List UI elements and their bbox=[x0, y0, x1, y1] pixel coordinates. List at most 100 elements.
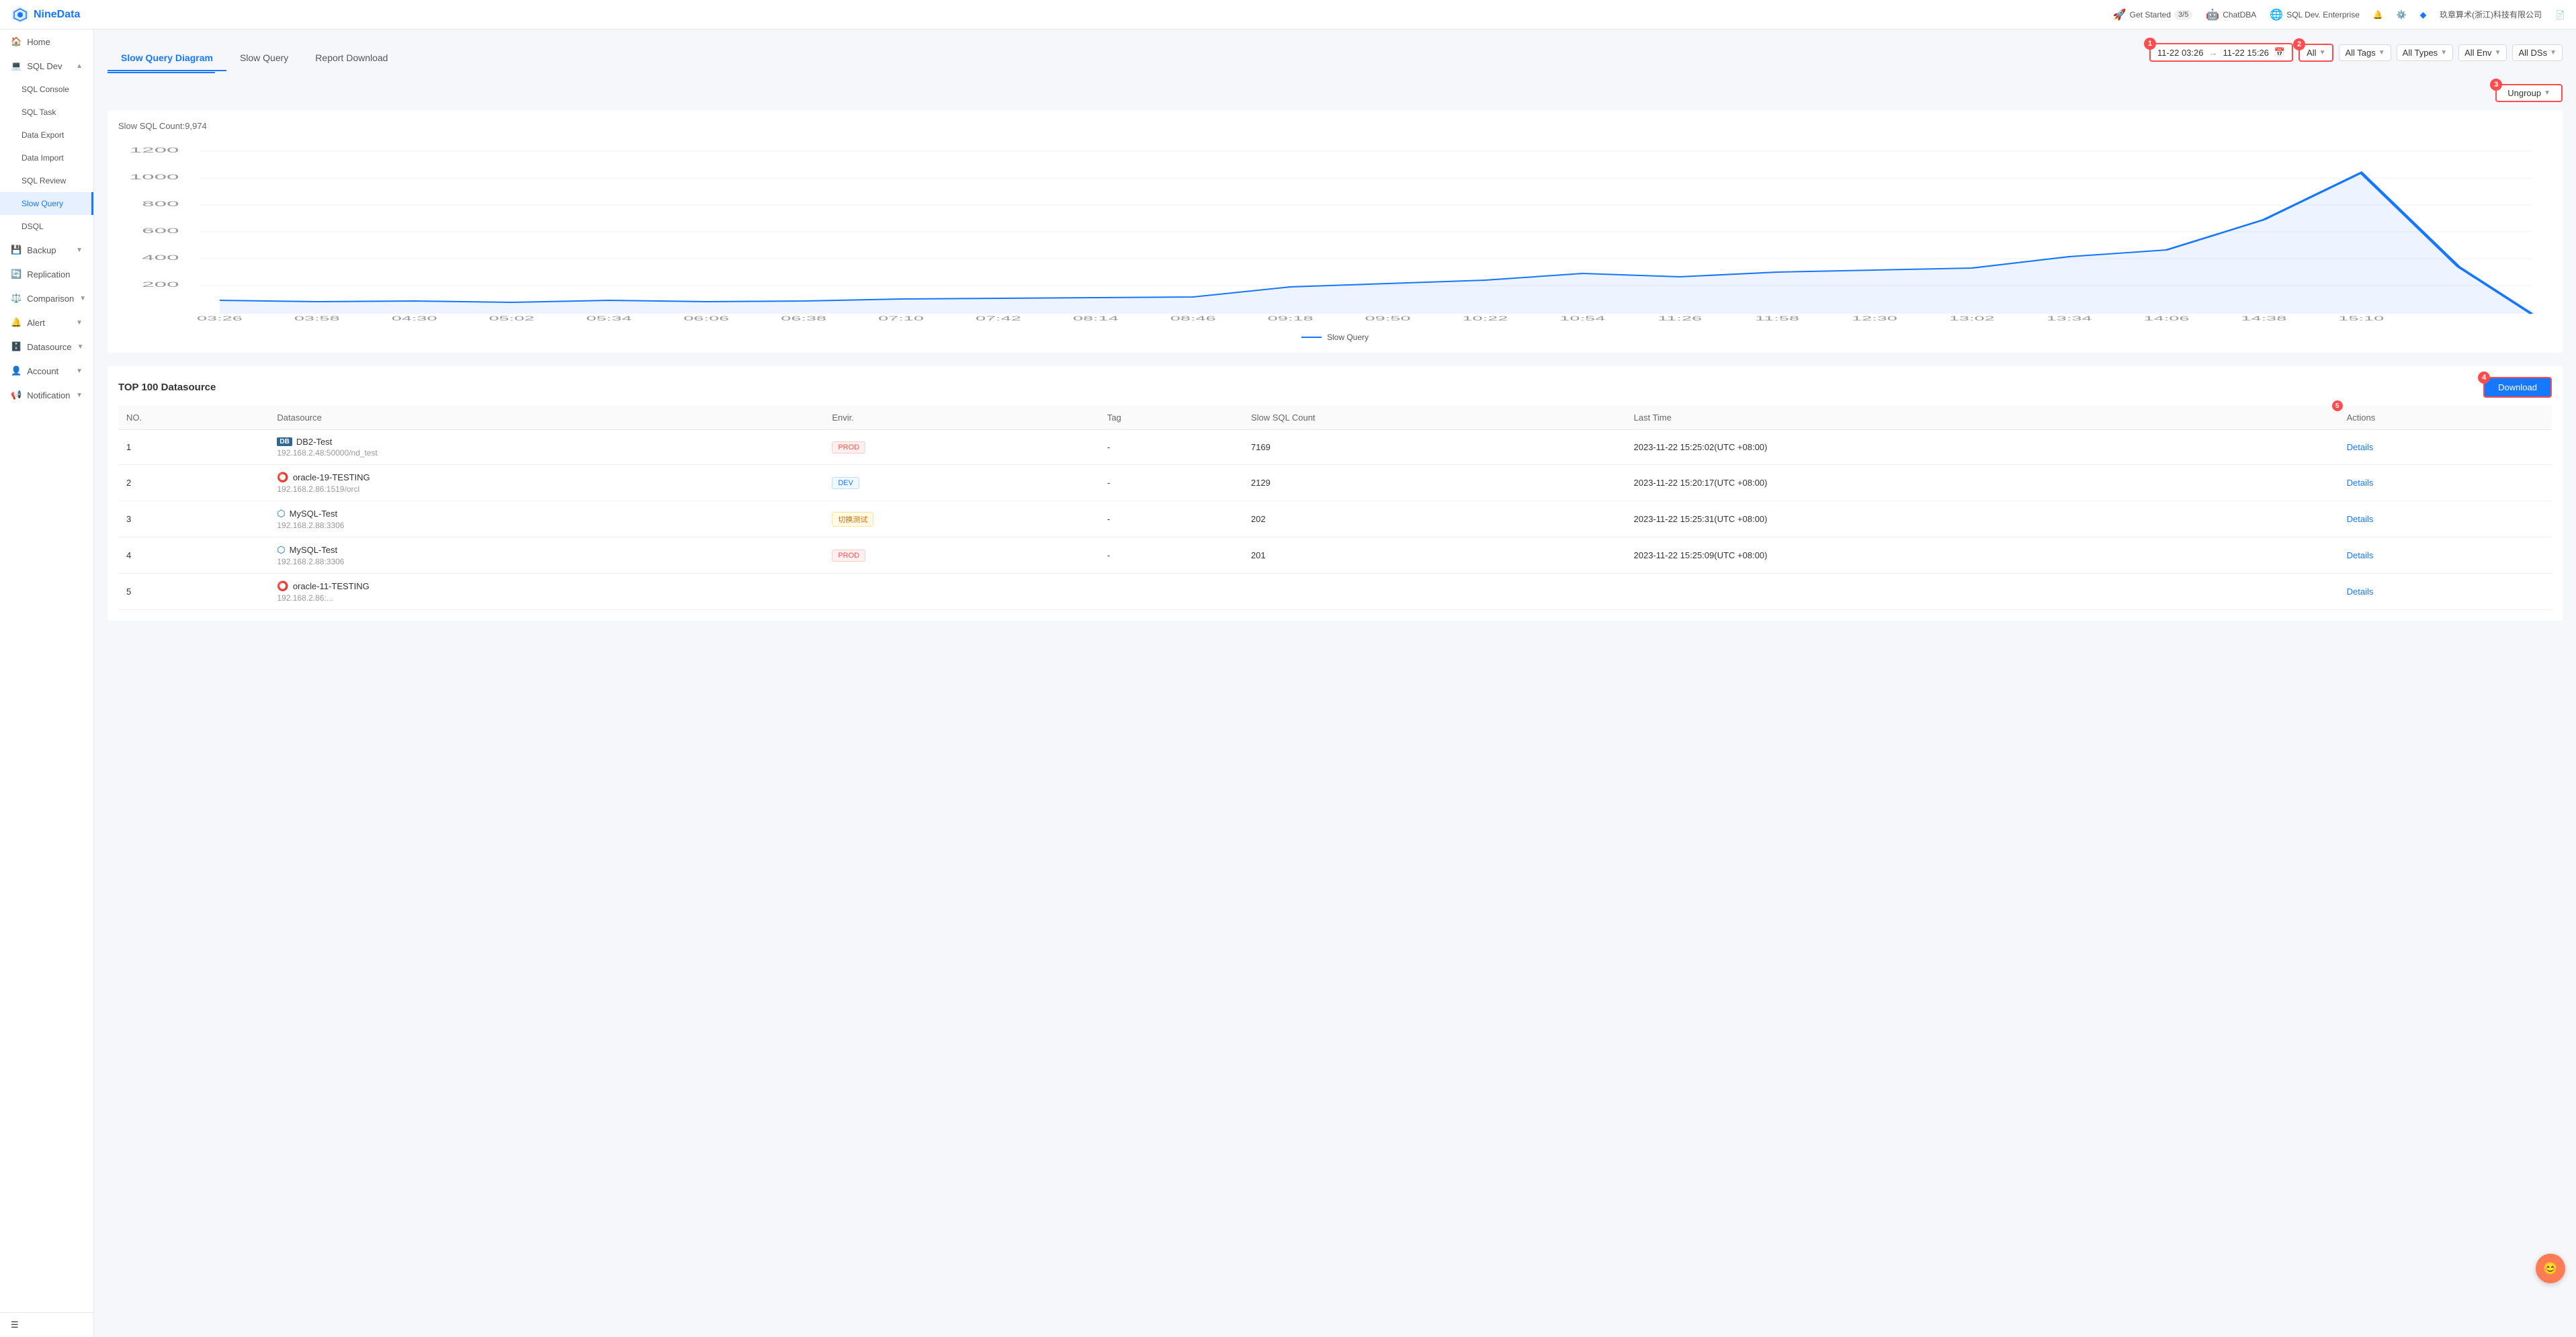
calendar-icon[interactable]: 📅 bbox=[2274, 47, 2285, 58]
filter-badge-2: 2 bbox=[2293, 38, 2305, 50]
sidebar-item-account[interactable]: 👤 Account ▼ bbox=[0, 359, 93, 383]
slow-sql-count: Slow SQL Count:9,974 bbox=[118, 121, 2552, 131]
settings-icon[interactable]: ⚙️ bbox=[2397, 10, 2407, 19]
sidebar-item-sql-dev[interactable]: 💻 SQL Dev ▲ bbox=[0, 54, 93, 78]
chevron-down-icon3: ▼ bbox=[76, 319, 83, 327]
svg-text:800: 800 bbox=[142, 200, 179, 208]
legend-line bbox=[1301, 337, 1322, 338]
row-slow-sql-count: 7169 bbox=[1243, 430, 1626, 465]
table-section: TOP 100 Datasource 4 Download NO. Dataso… bbox=[108, 366, 2563, 621]
svg-text:13:34: 13:34 bbox=[2047, 315, 2092, 322]
sidebar-item-home[interactable]: 🏠 Home bbox=[0, 30, 93, 54]
types-chevron-icon: ▼ bbox=[2440, 49, 2447, 56]
tab-slow-query-diagram[interactable]: Slow Query Diagram bbox=[108, 46, 226, 71]
app-name: NineData bbox=[34, 9, 80, 21]
filter-all-env[interactable]: All Env ▼ bbox=[2458, 44, 2507, 61]
details-link[interactable]: Details bbox=[2347, 587, 2374, 597]
account-icon: 👤 bbox=[11, 365, 22, 376]
tab-report-download[interactable]: Report Download bbox=[302, 46, 401, 71]
sidebar-item-sql-console[interactable]: SQL Console bbox=[0, 78, 93, 101]
filter-all-types[interactable]: All Types ▼ bbox=[2397, 44, 2453, 61]
company-name[interactable]: 玖章算术(浙江)科技有限公司 bbox=[2440, 9, 2542, 20]
svg-text:1000: 1000 bbox=[130, 173, 179, 181]
table-row: 2 ⭕ oracle-19-TESTING 192.168.2.86:1519/… bbox=[118, 465, 2552, 501]
date-to: 11-22 15:26 bbox=[2223, 48, 2268, 58]
sidebar-item-datasource[interactable]: 🗄️ Datasource ▼ bbox=[0, 335, 93, 359]
filter-all-tags[interactable]: All Tags ▼ bbox=[2339, 44, 2391, 61]
details-link[interactable]: Details bbox=[2347, 514, 2374, 524]
docs-icon[interactable]: 📄 bbox=[2555, 10, 2565, 19]
svg-text:07:42: 07:42 bbox=[976, 315, 1021, 322]
sidebar-item-replication[interactable]: 🔄 Replication bbox=[0, 262, 93, 286]
sidebar-item-comparison[interactable]: ⚖️ Comparison ▼ bbox=[0, 286, 93, 310]
chart-svg: 1200 1000 800 600 400 200 bbox=[118, 139, 2552, 327]
details-link[interactable]: Details bbox=[2347, 442, 2374, 452]
row-no: 4 bbox=[118, 537, 269, 574]
chart-section: Slow SQL Count:9,974 1200 1000 800 600 4… bbox=[108, 110, 2563, 353]
details-link[interactable]: Details bbox=[2347, 478, 2374, 488]
sidebar-collapse-btn[interactable]: ☰ bbox=[0, 1312, 93, 1337]
brand-icon[interactable]: ◆ bbox=[2420, 10, 2426, 19]
row-datasource: ⭕ oracle-19-TESTING 192.168.2.86:1519/or… bbox=[269, 465, 824, 501]
row-last-time: 2023-11-22 15:25:02(UTC +08:00) bbox=[1626, 430, 2339, 465]
alert-icon: 🔔 bbox=[11, 317, 22, 328]
col-no: NO. bbox=[118, 406, 269, 430]
row-tag: - bbox=[1099, 430, 1243, 465]
ungroup-button[interactable]: 3 Ungroup ▼ bbox=[2495, 84, 2563, 102]
chatdba-btn[interactable]: 🤖 ChatDBA bbox=[2206, 8, 2256, 21]
sidebar-item-dsql[interactable]: DSQL bbox=[0, 215, 93, 238]
svg-text:05:34: 05:34 bbox=[586, 315, 632, 322]
filter-bar: 1 11-22 03:26 → 11-22 15:26 📅 2 All ▼ Al… bbox=[2149, 43, 2563, 62]
sidebar-item-data-export[interactable]: Data Export bbox=[0, 124, 93, 146]
support-avatar[interactable]: 😊 bbox=[2536, 1254, 2565, 1283]
svg-text:04:30: 04:30 bbox=[392, 315, 437, 322]
row-actions: Details bbox=[2339, 465, 2552, 501]
sidebar-item-data-import[interactable]: Data Import bbox=[0, 146, 93, 169]
chart-container: 1200 1000 800 600 400 200 bbox=[118, 139, 2552, 327]
row-last-time: 2023-11-22 15:25:31(UTC +08:00) bbox=[1626, 501, 2339, 537]
date-range-filter[interactable]: 1 11-22 03:26 → 11-22 15:26 📅 bbox=[2149, 43, 2293, 62]
tags-chevron-icon: ▼ bbox=[2378, 49, 2385, 56]
env-chevron-icon: ▼ bbox=[2495, 49, 2501, 56]
svg-text:07:10: 07:10 bbox=[878, 315, 924, 322]
svg-text:13:02: 13:02 bbox=[1949, 315, 1995, 322]
row-slow-sql-count: 202 bbox=[1243, 501, 1626, 537]
download-button[interactable]: 4 Download bbox=[2483, 377, 2552, 398]
row-env: PROD bbox=[824, 537, 1099, 574]
sidebar: 🏠 Home 💻 SQL Dev ▲ SQL Console SQL Task … bbox=[0, 30, 94, 1337]
backup-icon: 💾 bbox=[11, 245, 22, 255]
svg-text:600: 600 bbox=[142, 227, 179, 235]
row-no: 1 bbox=[118, 430, 269, 465]
row-env: DEV bbox=[824, 465, 1099, 501]
sidebar-item-slow-query[interactable]: Slow Query bbox=[0, 192, 93, 215]
filter-all-ds[interactable]: All DSs ▼ bbox=[2512, 44, 2563, 61]
sidebar-item-sql-task[interactable]: SQL Task bbox=[0, 101, 93, 124]
row-tag: - bbox=[1099, 501, 1243, 537]
details-link[interactable]: Details bbox=[2347, 550, 2374, 560]
table-header: TOP 100 Datasource 4 Download bbox=[118, 377, 2552, 398]
tab-slow-query[interactable]: Slow Query bbox=[226, 46, 302, 71]
sidebar-item-label: SQL Dev bbox=[27, 61, 62, 71]
all-chevron-icon: ▼ bbox=[2319, 49, 2326, 56]
svg-text:10:22: 10:22 bbox=[1462, 315, 1508, 322]
col-datasource: Datasource bbox=[269, 406, 824, 430]
logo[interactable]: NineData bbox=[11, 5, 80, 24]
sql-dev-enterprise-btn[interactable]: 🌐 SQL Dev. Enterprise bbox=[2270, 8, 2360, 21]
notification-icon[interactable]: 🔔 bbox=[2373, 10, 2383, 19]
sidebar-item-notification[interactable]: 📢 Notification ▼ bbox=[0, 383, 93, 407]
chevron-down-icon2: ▼ bbox=[79, 295, 86, 302]
sidebar-item-backup[interactable]: 💾 Backup ▼ bbox=[0, 238, 93, 262]
filter-all[interactable]: 2 All ▼ bbox=[2299, 44, 2333, 62]
sidebar-item-sql-review[interactable]: SQL Review bbox=[0, 169, 93, 192]
oracle-icon: ⭕ bbox=[277, 472, 288, 483]
get-started-btn[interactable]: 🚀 Get Started 3/5 bbox=[2113, 8, 2193, 21]
row-no: 5 bbox=[118, 574, 269, 610]
sidebar-item-alert[interactable]: 🔔 Alert ▼ bbox=[0, 310, 93, 335]
row-env bbox=[824, 574, 1099, 610]
svg-text:12:30: 12:30 bbox=[1852, 315, 1897, 322]
date-from: 11-22 03:26 bbox=[2157, 48, 2203, 58]
row-no: 2 bbox=[118, 465, 269, 501]
row-last-time bbox=[1626, 574, 2339, 610]
row-actions: Details bbox=[2339, 574, 2552, 610]
mysql-icon2: ⬡ bbox=[277, 544, 285, 556]
